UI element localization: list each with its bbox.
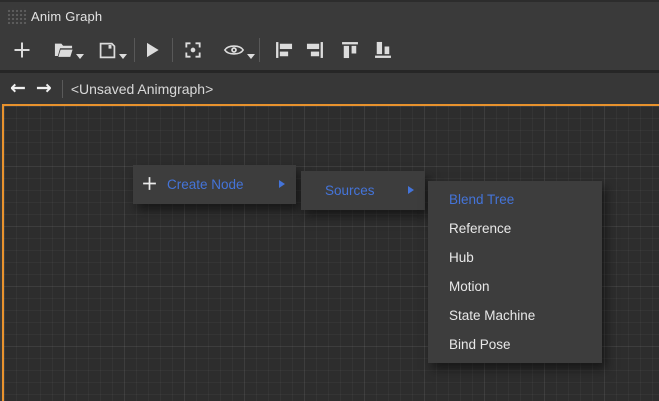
zoom-to-fit-button[interactable] <box>183 36 203 64</box>
menu-item-label: Reference <box>449 221 511 236</box>
breadcrumb: <Unsaved Animgraph> <box>71 81 213 97</box>
save-button[interactable] <box>98 36 127 64</box>
menu-item-label: Bind Pose <box>449 337 511 352</box>
context-menu-create-node: Create Node <box>133 165 296 204</box>
open-button[interactable] <box>53 36 84 64</box>
add-new-button[interactable] <box>12 36 32 64</box>
menu-item-sources[interactable]: Sources <box>301 176 425 205</box>
back-button[interactable]: ← <box>6 79 30 98</box>
nav-separator <box>62 80 63 98</box>
folder-icon <box>53 41 74 59</box>
play-icon <box>142 40 162 60</box>
menu-item-motion[interactable]: Motion <box>428 272 602 301</box>
menu-item-label: Motion <box>449 279 490 294</box>
align-right-icon <box>306 41 324 59</box>
dropdown-caret-icon <box>119 54 127 59</box>
focus-icon <box>183 40 203 60</box>
align-left-button[interactable] <box>275 36 293 64</box>
context-submenu-sources: Blend Tree Reference Hub Motion State Ma… <box>428 181 602 363</box>
menu-item-label: Hub <box>449 250 474 265</box>
plus-icon <box>12 40 32 60</box>
menu-item-bind-pose[interactable]: Bind Pose <box>428 330 602 359</box>
eye-icon <box>223 42 245 58</box>
menu-item-label: Sources <box>325 183 375 198</box>
dropdown-caret-icon <box>247 54 255 59</box>
plus-icon <box>141 175 158 195</box>
menu-item-blend-tree[interactable]: Blend Tree <box>428 185 602 214</box>
menu-item-label: State Machine <box>449 308 535 323</box>
menu-item-label: Blend Tree <box>449 192 514 207</box>
visibility-button[interactable] <box>223 36 255 64</box>
align-left-icon <box>275 41 293 59</box>
menu-item-hub[interactable]: Hub <box>428 243 602 272</box>
align-top-button[interactable] <box>341 36 359 64</box>
submenu-arrow-icon <box>279 180 285 188</box>
dropdown-caret-icon <box>76 54 84 59</box>
menu-item-label: Create Node <box>167 177 244 192</box>
forward-button[interactable]: → <box>32 79 56 98</box>
menu-item-create-node[interactable]: Create Node <box>133 170 296 199</box>
menu-item-reference[interactable]: Reference <box>428 214 602 243</box>
anim-graph-window: Anim Graph <box>0 0 659 401</box>
window-title: Anim Graph <box>31 9 102 24</box>
align-bottom-button[interactable] <box>374 36 392 64</box>
save-icon <box>98 41 117 60</box>
align-bottom-icon <box>374 41 392 59</box>
toolbar-separator <box>259 38 260 62</box>
submenu-arrow-icon <box>408 186 414 194</box>
menu-item-state-machine[interactable]: State Machine <box>428 301 602 330</box>
toolbar <box>0 30 659 73</box>
align-right-button[interactable] <box>306 36 324 64</box>
context-menu-sources: Sources <box>301 171 425 210</box>
play-button[interactable] <box>142 36 162 64</box>
align-top-icon <box>341 41 359 59</box>
window-titlebar: Anim Graph <box>0 0 659 30</box>
toolbar-separator <box>172 38 173 62</box>
graph-nav-bar: ← → <Unsaved Animgraph> <box>0 73 659 104</box>
drag-handle-icon[interactable] <box>7 8 27 24</box>
toolbar-separator <box>134 38 135 62</box>
